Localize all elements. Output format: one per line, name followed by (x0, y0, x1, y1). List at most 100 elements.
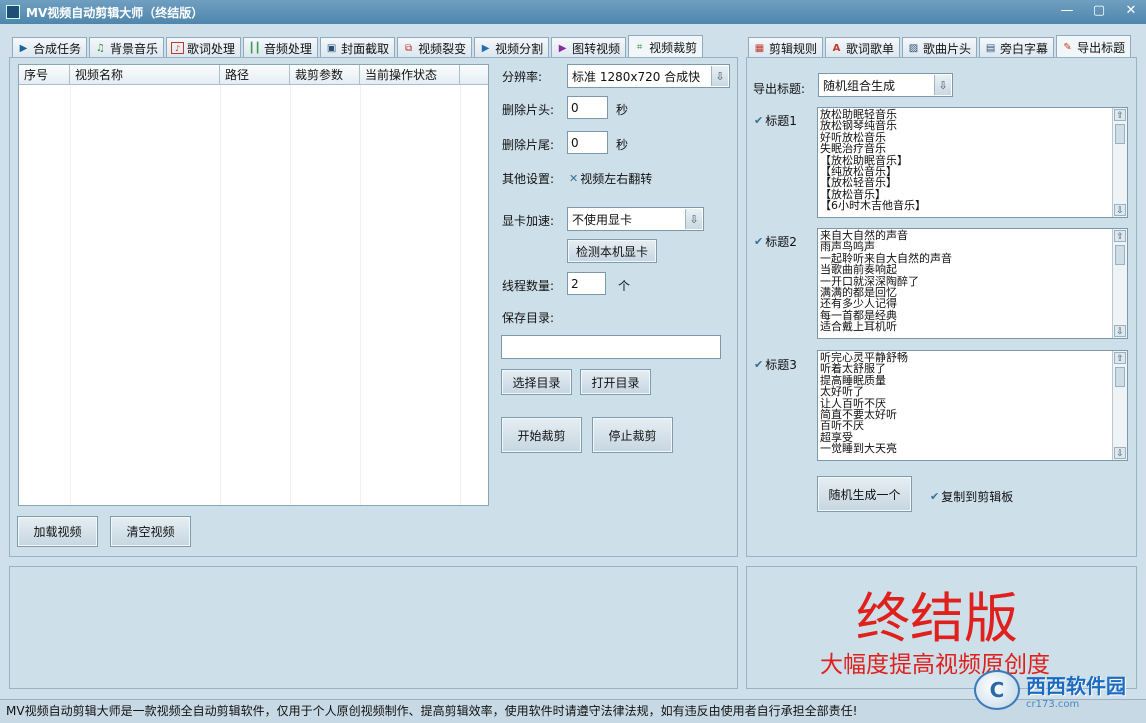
lyrics-icon: ♪ (171, 42, 185, 54)
image-to-video-icon: ▶ (558, 42, 567, 54)
title-line: 简直不要太好听 (820, 408, 897, 422)
play-icon: ▶ (19, 42, 28, 54)
tab-image-to-video[interactable]: ▶ 图转视频 (551, 37, 627, 58)
title2-checkbox[interactable]: ✔ 标题2 (754, 233, 797, 250)
scroll-thumb[interactable] (1115, 124, 1125, 144)
open-dir-button[interactable]: 打开目录 (580, 369, 651, 395)
watermark-logo: C (974, 670, 1020, 710)
trim-tail-input[interactable]: 0 (567, 131, 608, 154)
tab-audio[interactable]: ┃┃ 音频处理 (243, 37, 319, 58)
trim-head-input[interactable]: 0 (567, 96, 608, 119)
grid-line (220, 85, 221, 505)
random-generate-button[interactable]: 随机生成一个 (817, 476, 912, 512)
scroll-down-icon[interactable]: ⇩ (1114, 325, 1126, 337)
scrollbar[interactable]: ⇧ ⇩ (1112, 351, 1127, 460)
flip-checkbox[interactable]: ✕ 视频左右翻转 (569, 170, 652, 187)
threads-unit: 个 (618, 279, 631, 293)
table-header: 序号 视频名称 路径 裁剪参数 当前操作状态 (19, 65, 488, 85)
trim-head-label: 删除片头: (502, 103, 555, 117)
scroll-thumb[interactable] (1115, 367, 1125, 387)
detect-gpu-button[interactable]: 检测本机显卡 (567, 239, 657, 263)
col-status[interactable]: 当前操作状态 (360, 65, 460, 84)
close-icon[interactable]: ✕ (1124, 3, 1138, 18)
grid-line (460, 85, 461, 505)
left-tab-bar: ▶ 合成任务 ♫ 背景音乐 ♪ 歌词处理 ┃┃ 音频处理 ▣ 封面截取 ⧉ 视频裂变 ▶ 视频… (12, 35, 704, 58)
title3-textarea[interactable]: 听完心灵平静舒畅 听着太舒服了 提高睡眠质量 太好听了 让人百听不厌 简直不要太好听 百听不… (817, 350, 1128, 461)
load-video-button[interactable]: 加载视频 (17, 516, 98, 547)
scrollbar[interactable]: ⇧ ⇩ (1112, 229, 1127, 338)
check-icon: ✔ (754, 114, 764, 127)
title3-checkbox[interactable]: ✔ 标题3 (754, 356, 797, 373)
video-table[interactable]: 序号 视频名称 路径 裁剪参数 当前操作状态 (18, 64, 489, 506)
window-controls: — ▢ ✕ (1060, 3, 1138, 18)
tab-crop[interactable]: ⌗ 视频裁剪 (628, 35, 704, 58)
tab-fission[interactable]: ⧉ 视频裂变 (397, 37, 473, 58)
gpu-select[interactable]: 不使用显卡 ⇩ (567, 207, 704, 231)
dropdown-arrow-icon[interactable]: ⇩ (711, 66, 728, 86)
col-path[interactable]: 路径 (220, 65, 290, 84)
threads-label: 线程数量: (502, 279, 555, 293)
title-line: 提高睡眠质量 (820, 373, 886, 387)
dropdown-arrow-icon[interactable]: ⇩ (685, 209, 702, 229)
tab-segment[interactable]: ▶ 视频分割 (474, 37, 550, 58)
save-dir-input[interactable] (501, 335, 721, 359)
tab-lyrics[interactable]: ♪ 歌词处理 (166, 37, 242, 58)
clear-video-button[interactable]: 清空视频 (110, 516, 191, 547)
scroll-up-icon[interactable]: ⇧ (1114, 352, 1126, 364)
scroll-thumb[interactable] (1115, 245, 1125, 265)
restore-icon[interactable]: ▢ (1092, 3, 1106, 18)
other-settings-label: 其他设置: (502, 172, 555, 186)
minimize-icon[interactable]: — (1060, 3, 1074, 18)
x-mark-icon: ✕ (569, 172, 579, 185)
title2-textarea[interactable]: 来自大自然的声音 雨声鸟鸣声 一起聆听来自大自然的声音 当歌曲前奏响起 一开口就深深陶醉… (817, 228, 1128, 339)
threads-input[interactable]: 2 (567, 272, 606, 295)
start-crop-button[interactable]: 开始裁剪 (501, 417, 582, 453)
crop-icon: ⌗ (636, 41, 643, 53)
col-crop-params[interactable]: 裁剪参数 (290, 65, 360, 84)
col-index[interactable]: 序号 (19, 65, 70, 84)
resolution-label: 分辨率: (502, 70, 543, 84)
title-bar: MV视频自动剪辑大师（终结版） — ▢ ✕ (0, 0, 1146, 24)
trim-tail-label: 删除片尾: (502, 138, 555, 152)
edit-icon: ✎ (1063, 41, 1072, 53)
check-icon: ✔ (754, 358, 764, 371)
dropdown-arrow-icon[interactable]: ⇩ (934, 75, 951, 95)
split-icon: ⧉ (405, 42, 413, 54)
tab-cover[interactable]: ▣ 封面截取 (320, 37, 396, 58)
check-icon: ✔ (930, 490, 940, 503)
scrollbar[interactable]: ⇧ ⇩ (1112, 108, 1127, 217)
export-mode-select[interactable]: 随机组合生成 ⇩ (818, 73, 953, 97)
tab-subtitles[interactable]: ▤ 旁白字幕 (979, 37, 1055, 58)
scroll-up-icon[interactable]: ⇧ (1114, 109, 1126, 121)
tab-compose-task[interactable]: ▶ 合成任务 (12, 37, 88, 58)
tab-edit-rules[interactable]: ▦ 剪辑规则 (748, 37, 824, 58)
waveform-icon: ┃┃ (248, 42, 261, 54)
log-panel (9, 566, 738, 689)
copy-clipboard-checkbox[interactable]: ✔ 复制到剪辑板 (930, 488, 1013, 505)
title-line: 太好听了 (820, 385, 864, 399)
title-line: 【6小时木吉他音乐】 (820, 199, 926, 213)
title1-textarea[interactable]: 放松助眠轻音乐 放松钢琴纯音乐 好听放松音乐 失眠治疗音乐 【放松助眠音乐】 【纯放松音乐… (817, 107, 1128, 218)
image-icon: ▣ (326, 42, 337, 54)
col-video-name[interactable]: 视频名称 (70, 65, 220, 84)
tab-lyrics-list[interactable]: A 歌词歌单 (825, 37, 901, 58)
tab-export-titles[interactable]: ✎ 导出标题 (1056, 35, 1132, 58)
scroll-down-icon[interactable]: ⇩ (1114, 204, 1126, 216)
site-watermark: C 西西软件园 cr173.com (974, 670, 1126, 710)
trim-head-unit: 秒 (616, 103, 629, 117)
stop-crop-button[interactable]: 停止裁剪 (592, 417, 673, 453)
gpu-label: 显卡加速: (502, 214, 555, 228)
title1-checkbox[interactable]: ✔ 标题1 (754, 112, 797, 129)
scroll-up-icon[interactable]: ⇧ (1114, 230, 1126, 242)
tab-background-music[interactable]: ♫ 背景音乐 (89, 37, 165, 58)
scroll-down-icon[interactable]: ⇩ (1114, 447, 1126, 459)
film-strip-icon: ▦ (754, 42, 765, 54)
title3-lines: 听完心灵平静舒畅 听着太舒服了 提高睡眠质量 太好听了 让人百听不厌 简直不要太好听 百听不… (818, 351, 1127, 455)
title-line: 适合戴上耳机听 (820, 320, 897, 334)
title-line: 百听不厌 (820, 419, 864, 433)
choose-dir-button[interactable]: 选择目录 (501, 369, 572, 395)
grid-line (70, 85, 71, 505)
resolution-select[interactable]: 标准 1280x720 合成快 ⇩ (567, 64, 730, 88)
check-icon: ✔ (754, 235, 764, 248)
tab-song-intro[interactable]: ▨ 歌曲片头 (902, 37, 978, 58)
